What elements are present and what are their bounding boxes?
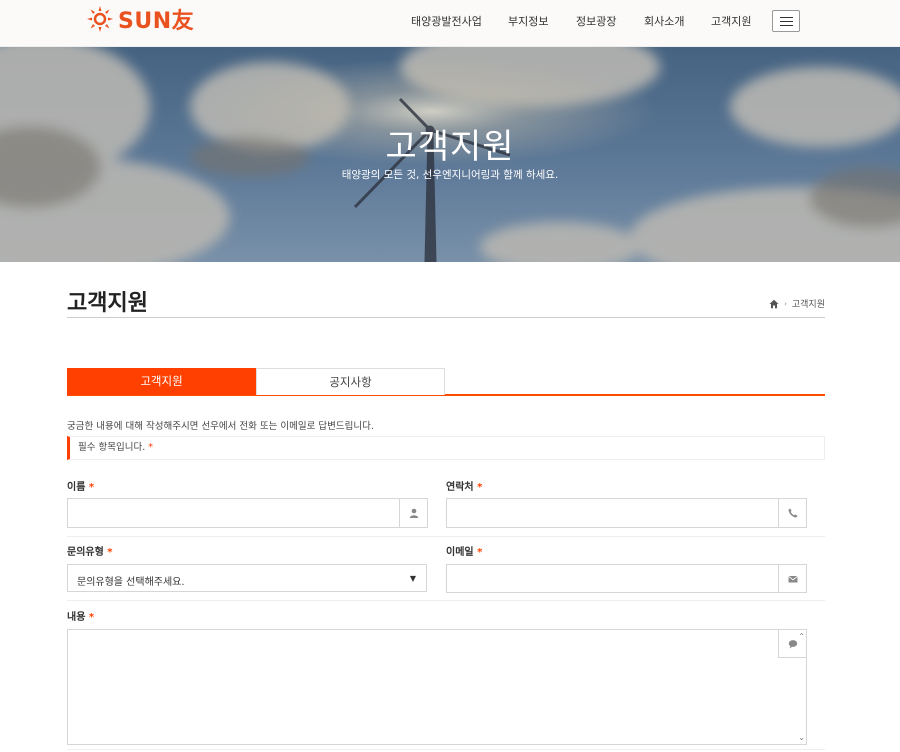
textarea-scrollbar[interactable]: ⌃ ⌄	[796, 630, 806, 744]
envelope-icon-box	[778, 565, 806, 592]
home-icon[interactable]	[769, 299, 779, 309]
contact-label: 연락처 *	[446, 478, 482, 493]
sun-logo-icon	[87, 6, 113, 32]
nav-company[interactable]: 회사소개	[644, 13, 684, 29]
user-icon	[409, 508, 418, 518]
phone-icon-box	[778, 499, 806, 527]
nav-solar-business[interactable]: 태양광발전사업	[411, 13, 482, 29]
hamburger-menu-button[interactable]	[772, 10, 800, 32]
nav-site-info[interactable]: 부지정보	[508, 13, 548, 29]
required-notice: 필수 항목입니다. *	[67, 436, 825, 460]
breadcrumb-separator-icon: ›	[784, 299, 787, 308]
required-mark: *	[477, 547, 483, 558]
hero-banner: 고객지원 태양광의 모든 것, 선우엔지니어링과 함께 하세요.	[0, 47, 900, 262]
support-tabs: 고객지원 공지사항	[67, 368, 825, 396]
type-label-text: 문의유형	[67, 547, 104, 558]
breadcrumb: › 고객지원	[769, 297, 825, 310]
row-divider	[67, 749, 825, 750]
page-title: 고객지원	[67, 291, 148, 316]
required-mark: *	[107, 547, 113, 558]
content-label-text: 내용	[67, 612, 86, 623]
form-intro-text: 궁금한 내용에 대해 작성해주시면 선우에서 전화 또는 이메일로 답변드립니다…	[67, 421, 374, 432]
required-mark: *	[148, 442, 154, 453]
row-divider	[67, 600, 825, 601]
title-divider	[67, 317, 825, 318]
name-field[interactable]	[67, 498, 428, 528]
nav-support[interactable]: 고객지원	[711, 13, 751, 29]
hero-subtitle: 태양광의 모든 것, 선우엔지니어링과 함께 하세요.	[341, 169, 559, 181]
logo-text: SUN友	[118, 9, 195, 34]
phone-icon	[788, 508, 797, 518]
nav-info-plaza[interactable]: 정보광장	[576, 13, 616, 29]
breadcrumb-current[interactable]: 고객지원	[792, 297, 825, 310]
site-header: SUN友 태양광발전사업 부지정보 정보광장 회사소개 고객지원	[0, 0, 900, 47]
menu-bar-icon	[780, 21, 793, 22]
required-notice-text: 필수 항목입니다.	[78, 442, 146, 453]
required-mark: *	[88, 482, 95, 493]
menu-bar-icon	[780, 17, 793, 18]
type-label: 문의유형 *	[67, 543, 113, 558]
site-logo[interactable]: SUN友	[86, 5, 195, 34]
content-label: 내용 *	[67, 608, 94, 623]
hero-title: 고객지원	[385, 127, 515, 167]
inquiry-type-selected: 문의유형을 선택해주세요.	[77, 577, 185, 588]
user-icon-box	[399, 499, 427, 527]
email-field[interactable]	[446, 564, 807, 593]
email-label: 이메일 *	[446, 543, 482, 558]
dropdown-arrow-icon: ▼	[409, 574, 416, 583]
name-label: 이름 *	[67, 478, 94, 493]
tab-customer-support[interactable]: 고객지원	[67, 368, 256, 395]
contact-label-text: 연락처	[446, 482, 474, 493]
row-divider	[67, 536, 825, 537]
inquiry-type-select[interactable]: 문의유형을 선택해주세요. ▼	[67, 564, 427, 592]
menu-bar-icon	[780, 25, 793, 26]
envelope-icon	[787, 575, 798, 582]
required-mark: *	[88, 612, 95, 623]
email-label-text: 이메일	[446, 547, 474, 558]
tab-notices[interactable]: 공지사항	[256, 368, 445, 395]
content-textarea[interactable]: ⌃ ⌄	[67, 629, 807, 745]
contact-field[interactable]	[446, 498, 807, 528]
scroll-up-icon[interactable]: ⌃	[798, 632, 805, 641]
scroll-down-icon[interactable]: ⌄	[798, 733, 805, 742]
name-label-text: 이름	[67, 482, 86, 493]
required-mark: *	[477, 482, 483, 493]
